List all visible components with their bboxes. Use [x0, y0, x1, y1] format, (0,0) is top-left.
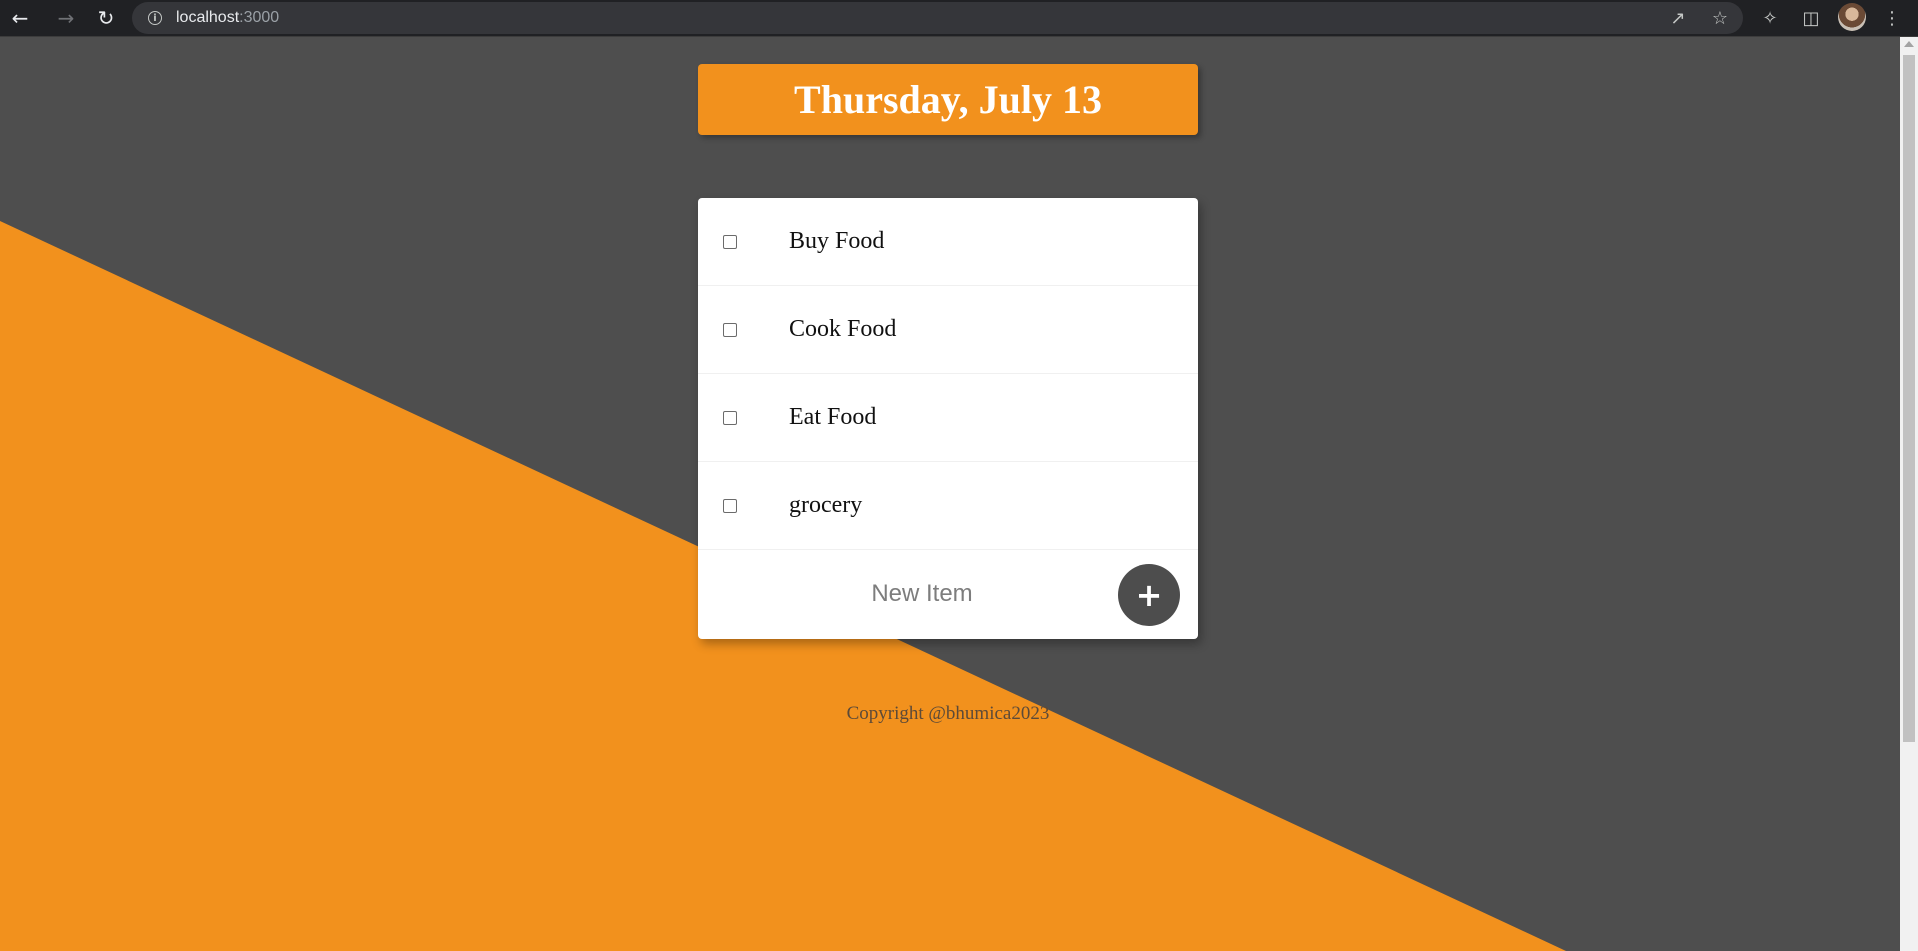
- date-heading-box: Thursday, July 13: [698, 64, 1198, 135]
- page-title: Thursday, July 13: [794, 77, 1102, 122]
- back-arrow-icon[interactable]: ←: [6, 4, 34, 32]
- info-icon[interactable]: i: [148, 11, 162, 25]
- new-item-input[interactable]: [698, 550, 1118, 638]
- star-icon[interactable]: ☆: [1706, 4, 1734, 32]
- list-item: grocery: [698, 462, 1198, 550]
- new-item-form: +: [698, 550, 1198, 638]
- address-bar[interactable]: i localhost:3000 ↗ ☆: [132, 2, 1743, 34]
- item-checkbox[interactable]: [723, 410, 737, 425]
- side-panel-icon[interactable]: ◫: [1797, 4, 1825, 32]
- todo-list-card: Buy Food Cook Food Eat Food grocery +: [698, 198, 1198, 639]
- share-icon[interactable]: ↗: [1664, 4, 1692, 32]
- url-port: :3000: [239, 9, 280, 26]
- item-label: Cook Food: [789, 316, 897, 342]
- scroll-up-arrow-icon[interactable]: [1904, 41, 1914, 47]
- list-item: Eat Food: [698, 374, 1198, 462]
- list-item: Buy Food: [698, 198, 1198, 286]
- copyright-footer: Copyright @bhumica2023: [846, 703, 1050, 724]
- item-checkbox[interactable]: [723, 498, 737, 513]
- vertical-scrollbar[interactable]: [1900, 37, 1918, 951]
- kebab-menu-icon[interactable]: ⋮: [1878, 4, 1906, 32]
- url-text[interactable]: localhost:3000: [176, 9, 279, 27]
- add-item-button[interactable]: +: [1118, 564, 1180, 626]
- item-label: Buy Food: [789, 228, 885, 254]
- url-host: localhost: [176, 9, 240, 26]
- list-item: Cook Food: [698, 286, 1198, 374]
- item-checkbox[interactable]: [723, 234, 737, 249]
- browser-toolbar: ← → ↻ i localhost:3000 ↗ ☆ ✧ ◫ ⋮: [0, 0, 1918, 37]
- item-label: Eat Food: [789, 404, 877, 430]
- item-label: grocery: [789, 492, 863, 518]
- puzzle-icon[interactable]: ✧: [1756, 4, 1784, 32]
- forward-arrow-icon[interactable]: →: [52, 4, 80, 32]
- avatar[interactable]: [1838, 3, 1866, 31]
- reload-icon[interactable]: ↻: [92, 4, 120, 32]
- item-checkbox[interactable]: [723, 322, 737, 337]
- scrollbar-thumb[interactable]: [1903, 55, 1915, 742]
